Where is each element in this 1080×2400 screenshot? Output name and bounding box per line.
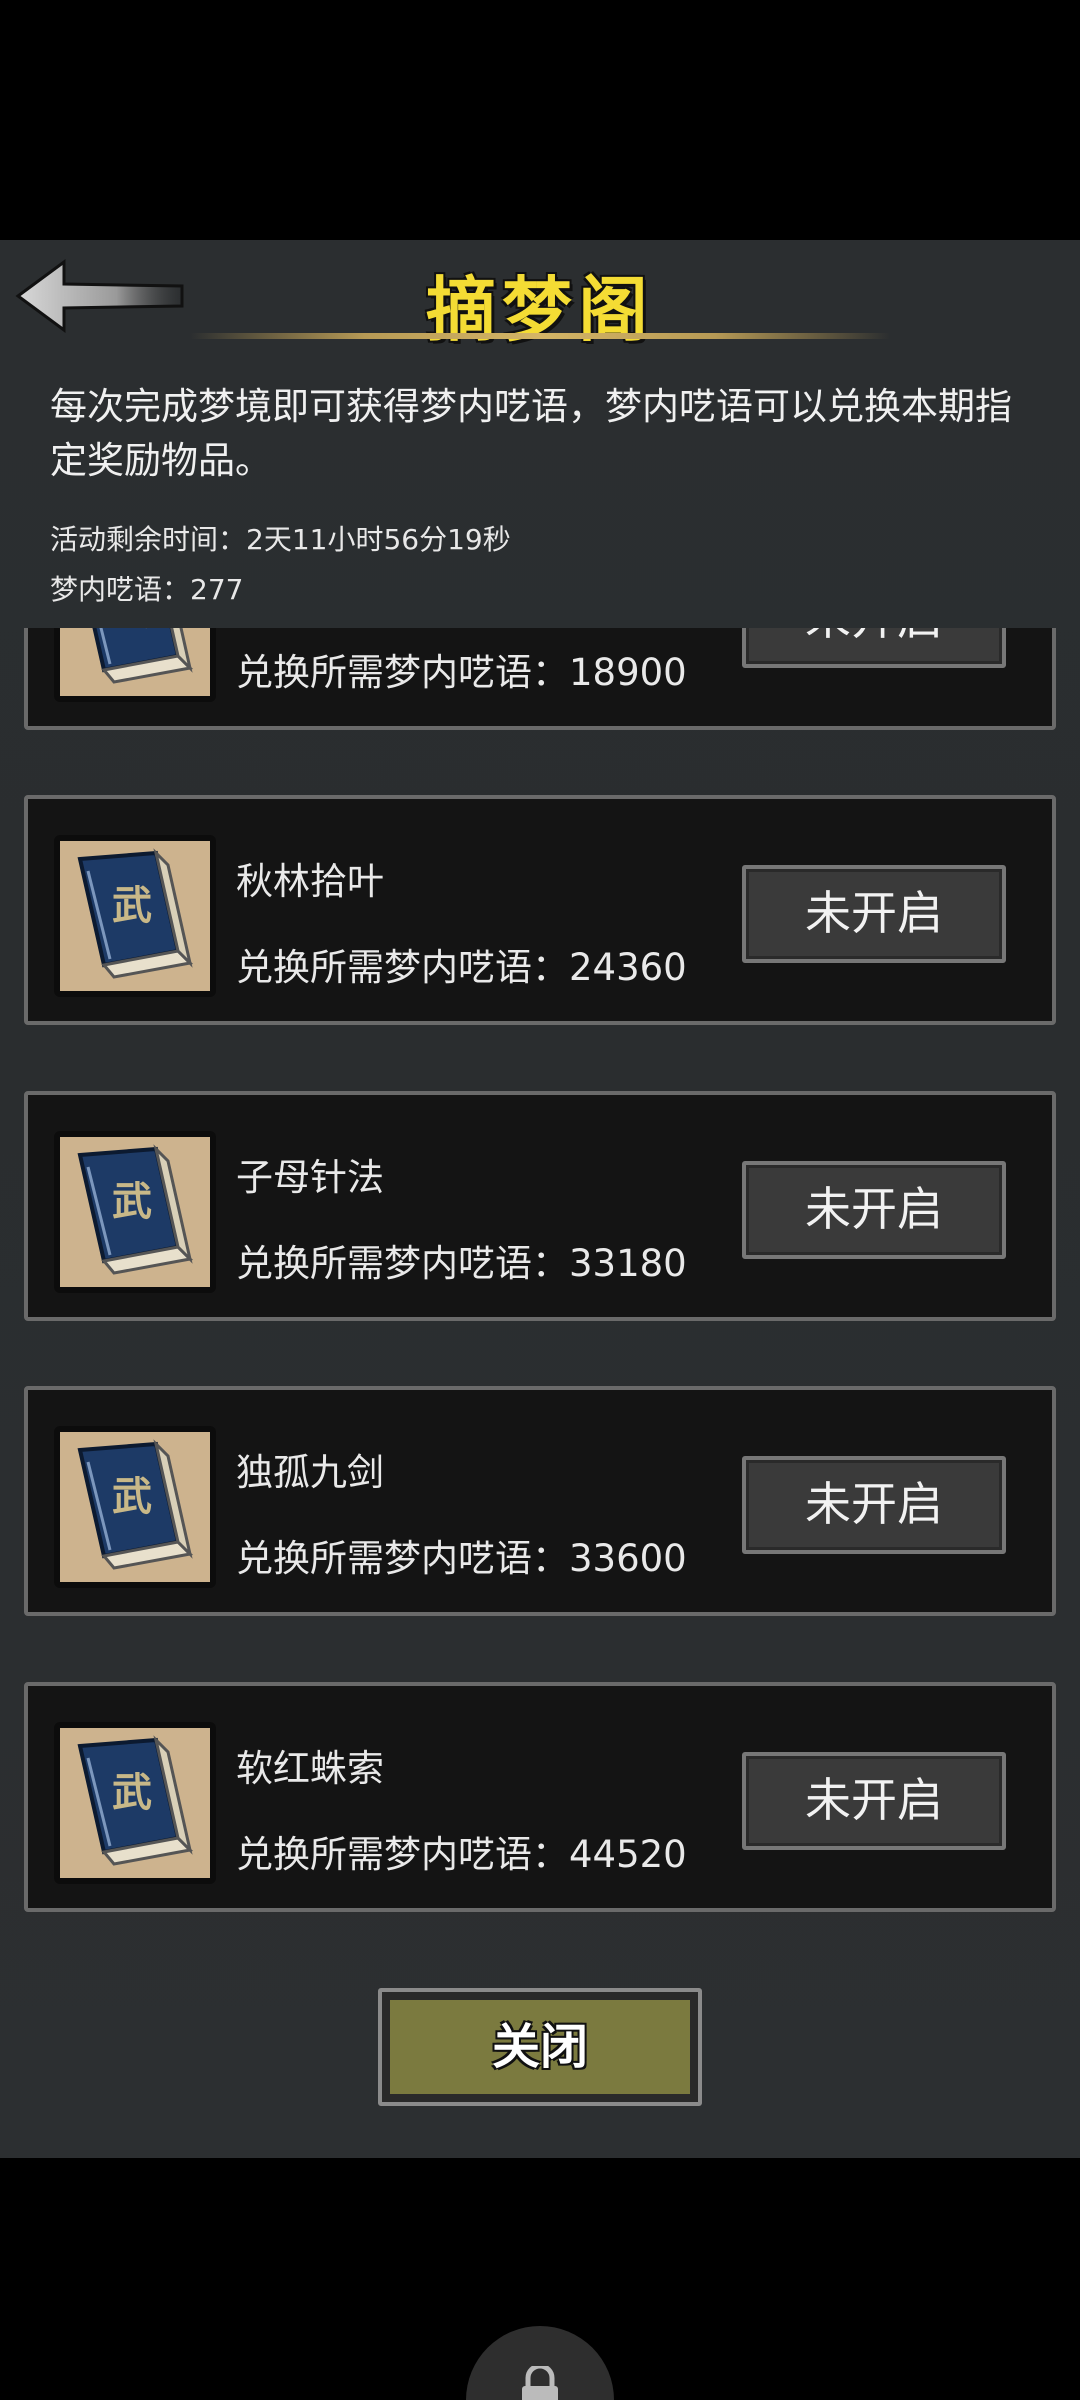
reward-item: 武 子母针法 兑换所需梦内呓语：33180 未开启 [24, 1091, 1056, 1321]
martial-book-icon: 武 [54, 1426, 216, 1588]
reward-item: 武 秋林拾叶 兑换所需梦内呓语：24360 未开启 [24, 795, 1056, 1025]
reward-item: 武 独孤九剑 兑换所需梦内呓语：33600 未开启 [24, 1386, 1056, 1616]
reward-cost: 兑换所需梦内呓语：33600 [236, 1537, 687, 1580]
svg-text:武: 武 [112, 1473, 152, 1520]
reward-cost: 兑换所需梦内呓语：44520 [236, 1833, 687, 1876]
svg-text:武: 武 [112, 1769, 152, 1816]
title-divider [190, 333, 890, 339]
martial-book-icon: 武 [54, 1131, 216, 1293]
svg-text:武: 武 [112, 882, 152, 929]
exchange-button[interactable]: 未开启 [742, 865, 1006, 963]
exchange-panel: 摘梦阁 每次完成梦境即可获得梦内呓语，梦内呓语可以兑换本期指定奖励物品。 活动剩… [0, 240, 1080, 2158]
exchange-button[interactable]: 未开启 [742, 628, 1006, 668]
reward-item: 武 兑换所需梦内呓语：18900 未开启 [24, 628, 1056, 730]
reward-name: 独孤九剑 [236, 1451, 384, 1494]
exchange-button[interactable]: 未开启 [742, 1456, 1006, 1554]
exchange-button[interactable]: 未开启 [742, 1161, 1006, 1259]
reward-name: 软红蛛索 [236, 1747, 384, 1790]
reward-name: 子母针法 [236, 1156, 384, 1199]
reward-cost: 兑换所需梦内呓语：24360 [236, 946, 687, 989]
reward-list[interactable]: 武 兑换所需梦内呓语：18900 未开启 武 秋林拾叶 兑换所需梦内呓语：243 [0, 628, 1080, 2158]
page-title: 摘梦阁 [426, 268, 654, 351]
exchange-button[interactable]: 未开启 [742, 1752, 1006, 1850]
martial-book-icon: 武 [54, 628, 216, 702]
reward-name: 秋林拾叶 [236, 860, 384, 903]
remaining-time: 活动剩余时间：2天11小时56分19秒 [50, 523, 511, 556]
martial-book-icon: 武 [54, 835, 216, 997]
svg-text:武: 武 [112, 628, 152, 634]
lock-icon[interactable] [466, 2326, 614, 2400]
reward-cost: 兑换所需梦内呓语：33180 [236, 1242, 687, 1285]
reward-item: 武 软红蛛索 兑换所需梦内呓语：44520 未开启 [24, 1682, 1056, 1912]
event-description: 每次完成梦境即可获得梦内呓语，梦内呓语可以兑换本期指定奖励物品。 [50, 385, 1012, 482]
svg-text:武: 武 [112, 1178, 152, 1225]
close-button[interactable]: 关闭 [378, 1988, 702, 2106]
dream-words-count: 梦内呓语：277 [50, 573, 244, 606]
reward-cost: 兑换所需梦内呓语：18900 [236, 651, 687, 694]
close-button-label: 关闭 [390, 2000, 690, 2094]
martial-book-icon: 武 [54, 1722, 216, 1884]
